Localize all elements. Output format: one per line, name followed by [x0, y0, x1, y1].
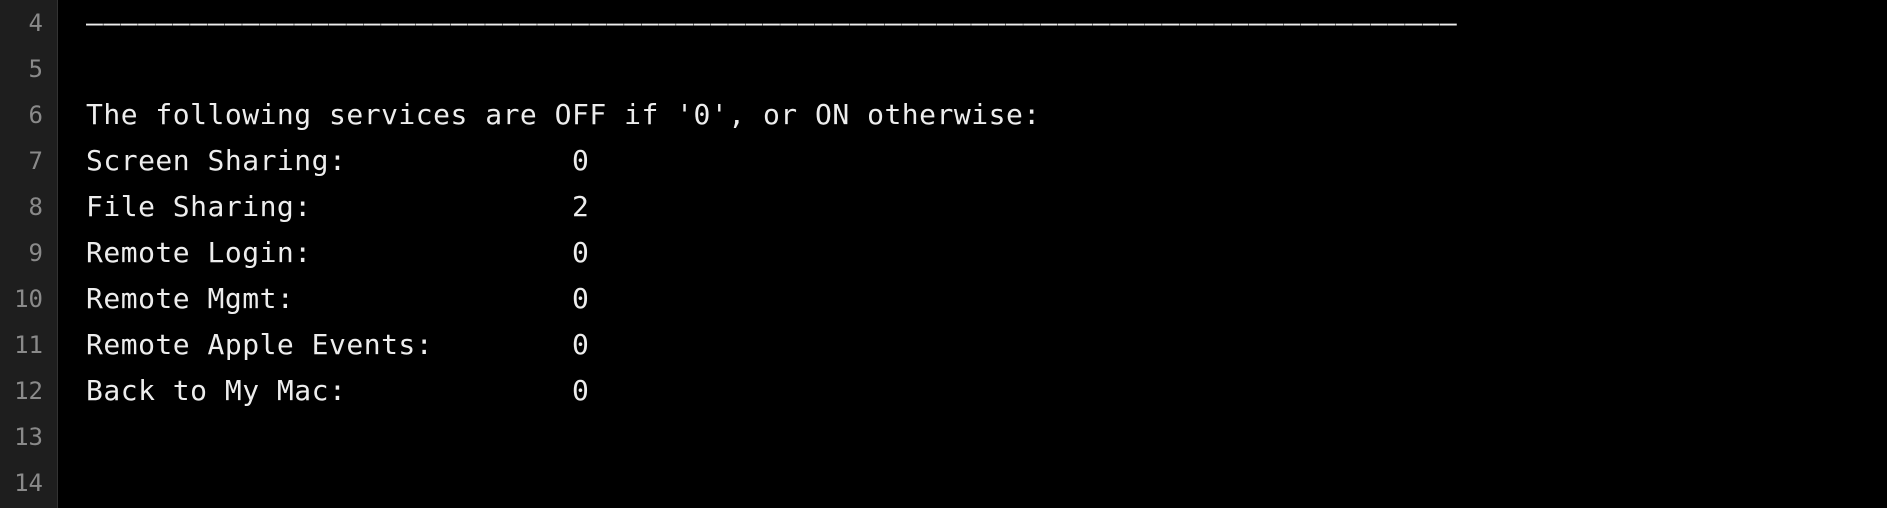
line-number: 9: [0, 230, 43, 276]
code-line[interactable]: Remote Mgmt: 0: [86, 276, 1887, 322]
code-line[interactable]: Remote Apple Events: 0: [86, 322, 1887, 368]
code-line[interactable]: [86, 46, 1887, 92]
code-editor: 4567891011121314 ———————————————————————…: [0, 0, 1887, 508]
code-line[interactable]: The following services are OFF if '0', o…: [86, 92, 1887, 138]
line-number: 5: [0, 46, 43, 92]
code-content[interactable]: ————————————————————————————————————————…: [58, 0, 1887, 508]
line-number: 7: [0, 138, 43, 184]
line-number: 10: [0, 276, 43, 322]
code-line[interactable]: Back to My Mac: 0: [86, 368, 1887, 414]
code-line[interactable]: ————————————————————————————————————————…: [86, 0, 1887, 46]
line-number: 4: [0, 0, 43, 46]
code-line[interactable]: Screen Sharing: 0: [86, 138, 1887, 184]
line-number-gutter: 4567891011121314: [0, 0, 58, 508]
line-number: 12: [0, 368, 43, 414]
line-number: 11: [0, 322, 43, 368]
code-line[interactable]: Remote Login: 0: [86, 230, 1887, 276]
code-line[interactable]: [86, 460, 1887, 506]
line-number: 13: [0, 414, 43, 460]
code-line[interactable]: File Sharing: 2: [86, 184, 1887, 230]
line-number: 8: [0, 184, 43, 230]
line-number: 6: [0, 92, 43, 138]
line-number: 14: [0, 460, 43, 506]
code-line[interactable]: [86, 414, 1887, 460]
